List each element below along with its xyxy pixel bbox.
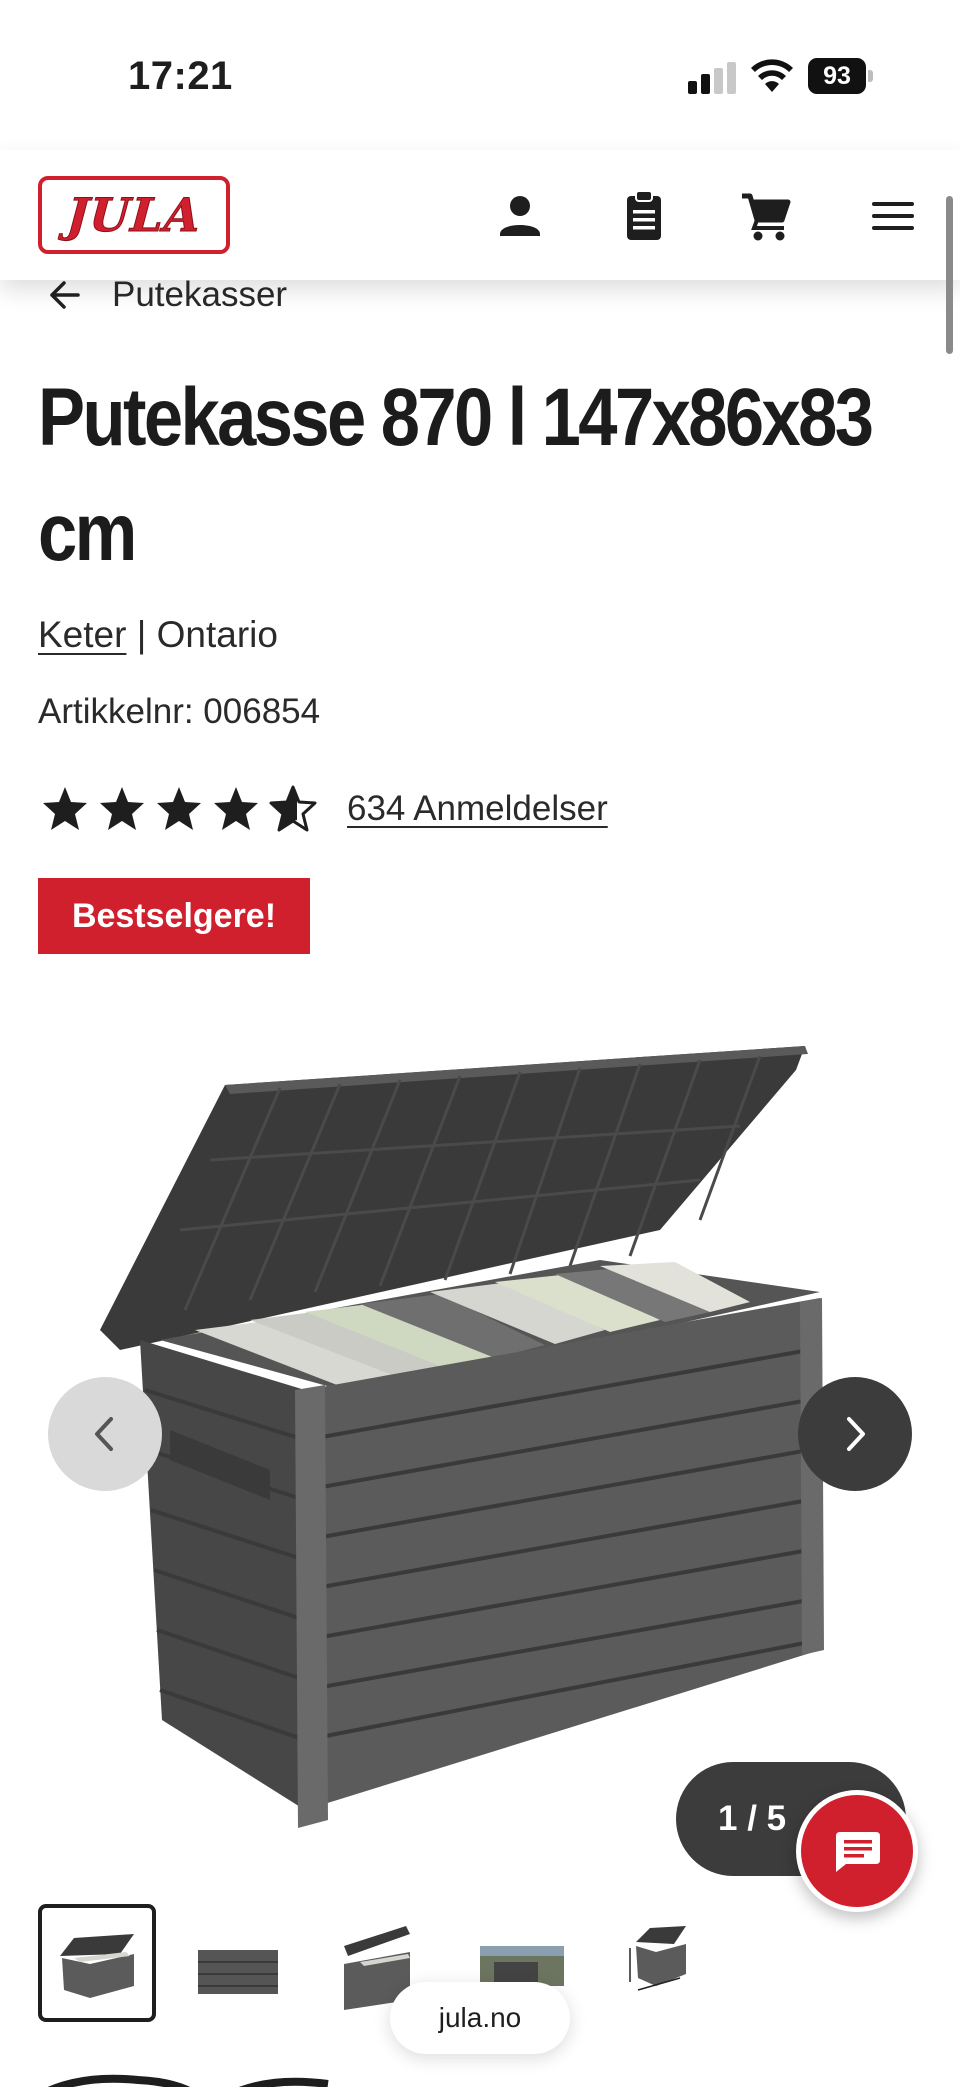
cellular-signal-icon <box>688 62 736 94</box>
thumbnail-image <box>198 1950 278 1994</box>
cart-icon[interactable] <box>736 186 796 246</box>
series-name: Ontario <box>156 614 278 655</box>
chevron-right-icon <box>847 1417 865 1451</box>
gallery-counter-text: 1 / 5 <box>718 1799 787 1838</box>
brand-link[interactable]: Keter <box>38 614 126 655</box>
star-icon <box>43 787 87 830</box>
thumbnail[interactable] <box>178 1904 296 2022</box>
jula-logo[interactable]: JULA <box>38 176 230 254</box>
chat-button[interactable] <box>796 1790 918 1912</box>
star-icon <box>214 787 258 830</box>
account-icon[interactable] <box>490 186 550 246</box>
product-image[interactable] <box>100 1030 860 1830</box>
star-icon <box>157 787 201 830</box>
battery-icon: 93 <box>808 58 874 94</box>
thumbnail[interactable] <box>38 1904 156 2022</box>
bestseller-badge: Bestselgere! <box>38 878 310 954</box>
rating[interactable]: 634 Anmeldelser <box>40 784 608 834</box>
site-header: JULA <box>0 150 960 280</box>
thumbnail-image <box>60 1934 134 1998</box>
menu-icon[interactable] <box>862 186 922 246</box>
half-star-icon <box>269 785 317 832</box>
thumbnail-image <box>629 1926 686 1991</box>
gallery-next-button[interactable] <box>798 1377 912 1491</box>
product-title: Putekasse 870 l 147x86x83 cm <box>38 372 874 578</box>
star-icon <box>100 787 144 830</box>
logo-text: JULA <box>65 188 204 243</box>
price-peek <box>47 2074 329 2087</box>
chat-icon <box>836 1832 880 1872</box>
thumbnail[interactable] <box>598 1904 716 2022</box>
brand-line: Keter | Ontario <box>38 614 278 656</box>
article-number: Artikkelnr: 006854 <box>38 692 321 731</box>
wifi-icon <box>751 59 793 92</box>
chevron-left-icon <box>95 1417 113 1451</box>
breadcrumb-label[interactable]: Putekasser <box>112 275 287 315</box>
status-time: 17:21 <box>128 54 233 98</box>
scroll-indicator[interactable] <box>946 196 953 354</box>
brand-separator: | <box>136 614 147 655</box>
shopping-list-icon[interactable] <box>614 186 674 246</box>
gallery-prev-button[interactable] <box>48 1377 162 1491</box>
browser-url-pill[interactable]: jula.no <box>390 1982 570 2054</box>
battery-level: 93 <box>823 62 851 90</box>
status-bar: 17:21 93 <box>0 0 960 150</box>
reviews-link[interactable]: 634 Anmeldelser <box>347 789 608 829</box>
